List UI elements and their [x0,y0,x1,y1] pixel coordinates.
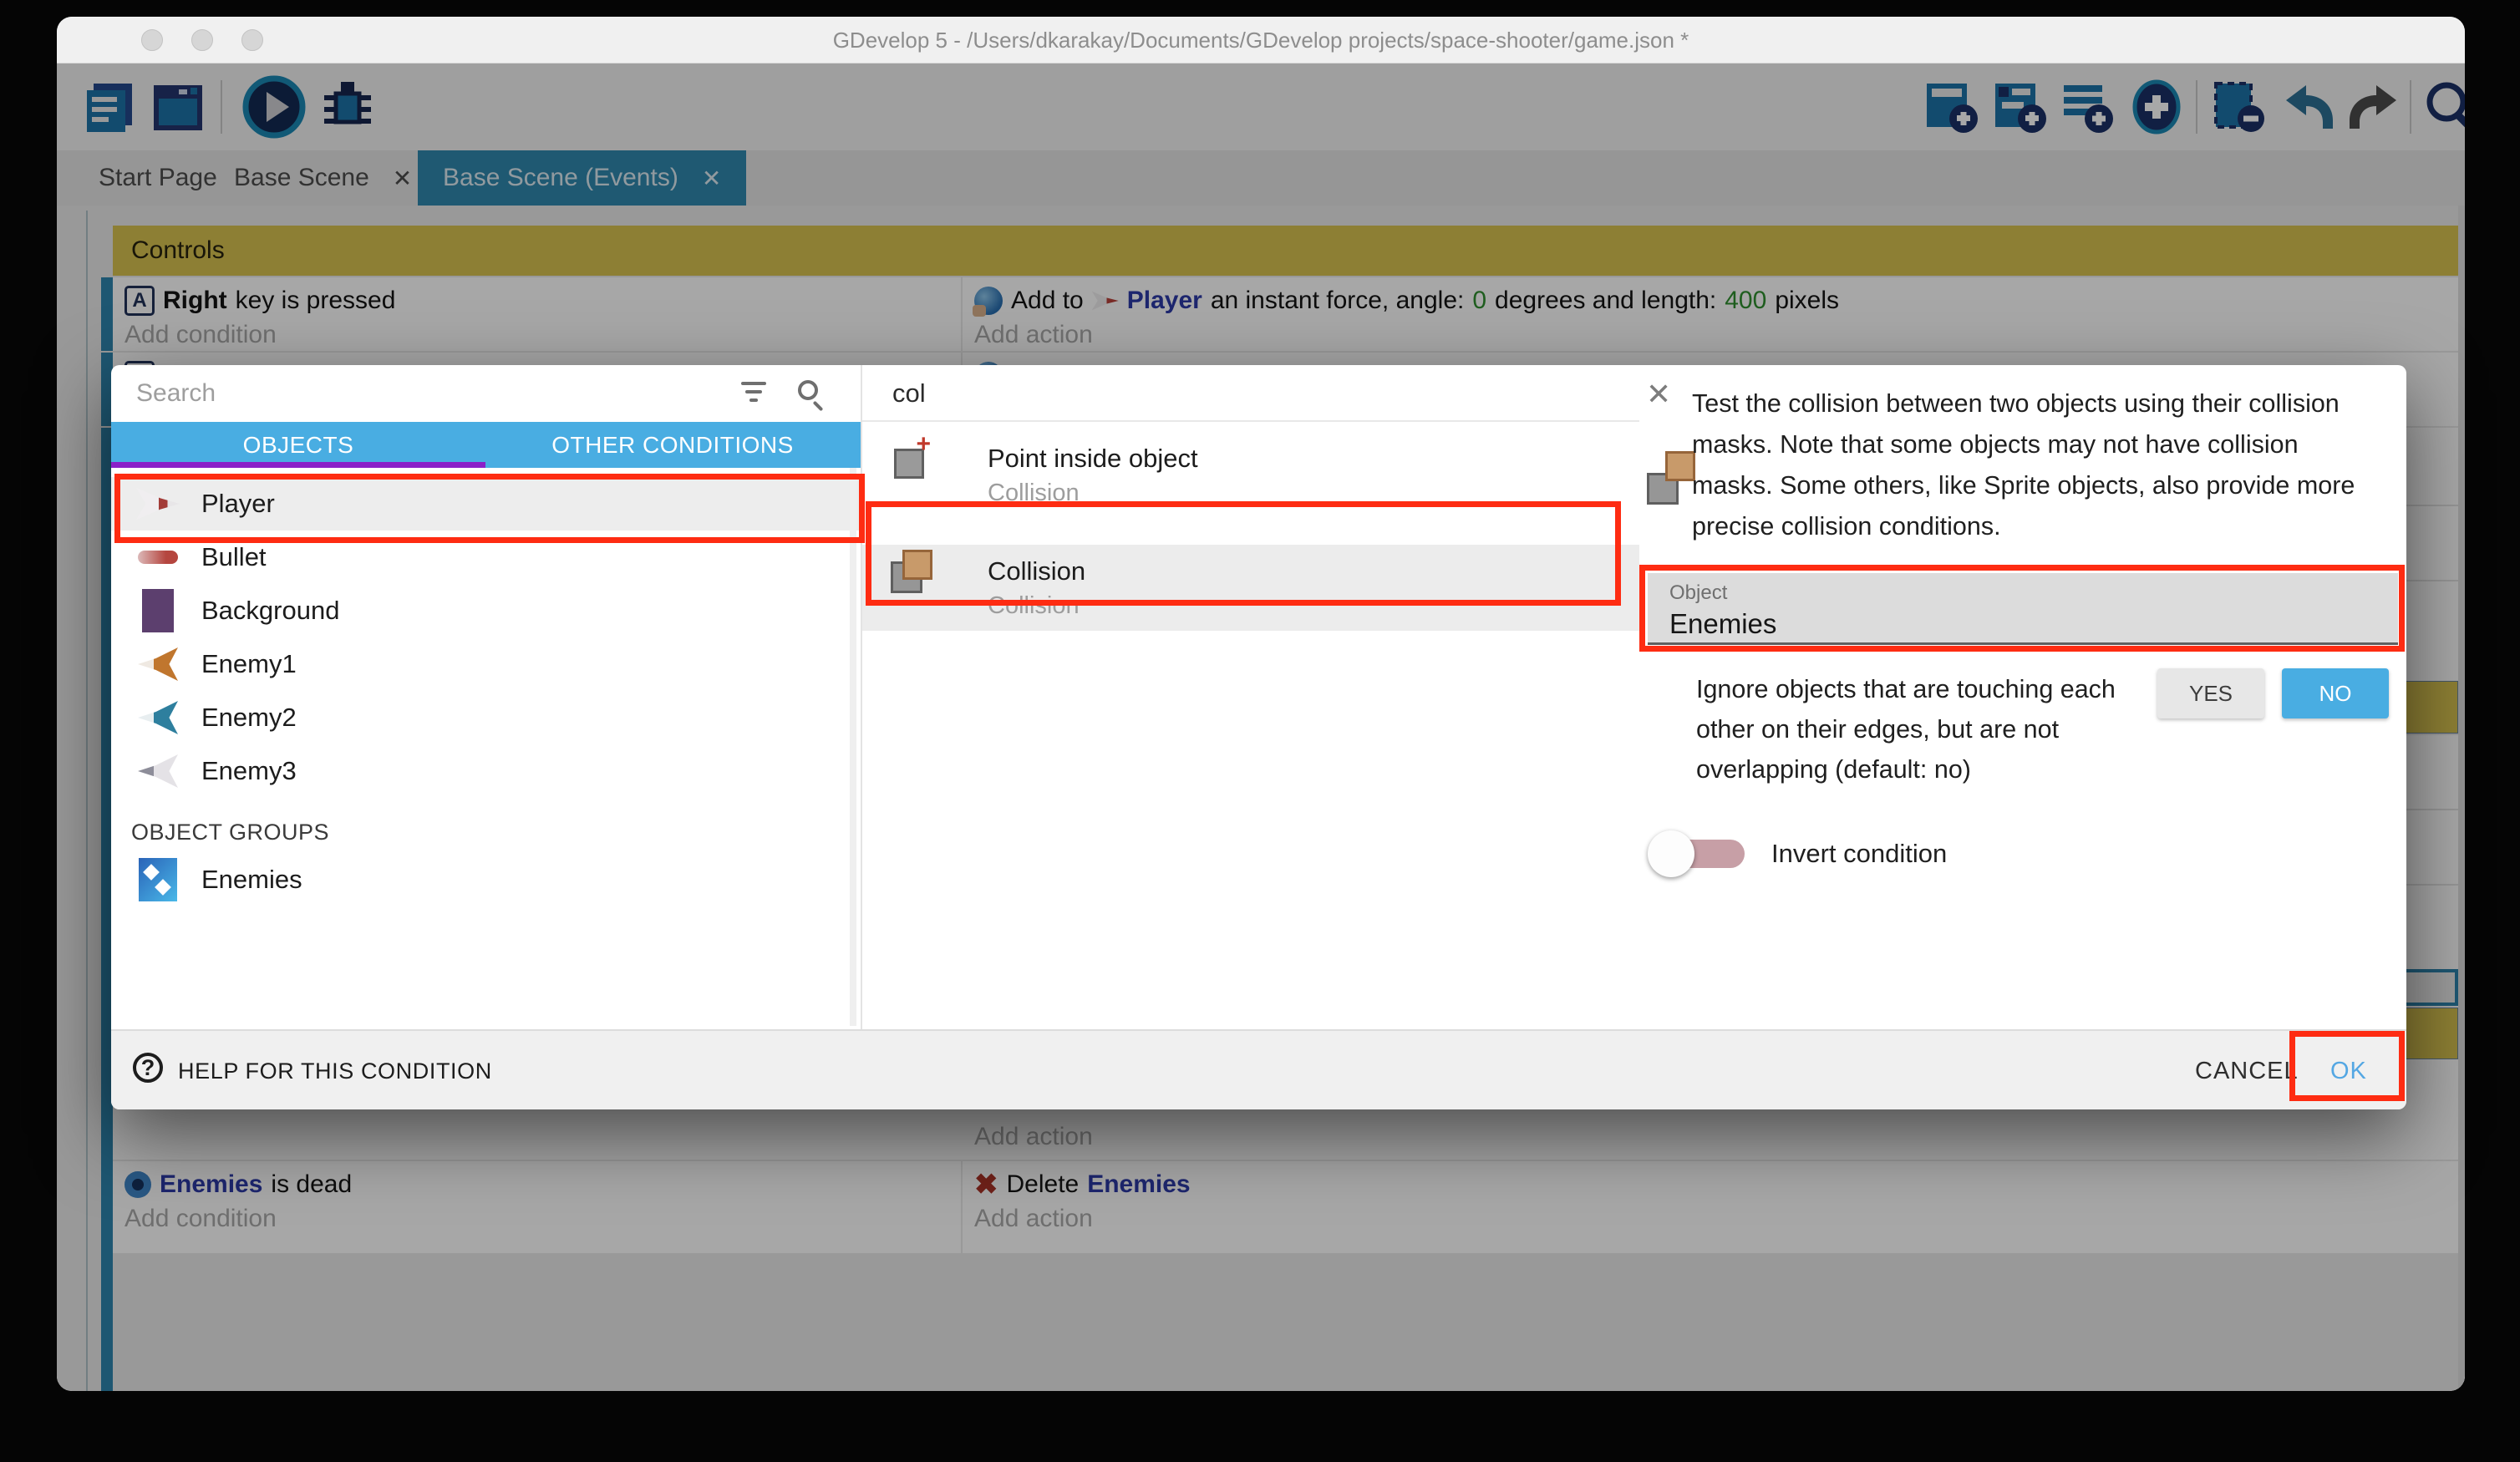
invert-condition-label: Invert condition [1771,833,1947,875]
yes-button[interactable]: YES [2157,668,2264,718]
object-search-input[interactable]: Search [111,365,861,422]
object-name: Enemy1 [201,649,297,679]
condition-description: Test the collision between two objects u… [1692,383,2365,547]
tab-other-conditions[interactable]: OTHER CONDITIONS [485,422,860,468]
active-tab-underline [111,462,485,468]
tab-objects[interactable]: OBJECTS [111,422,485,468]
object-group-item-enemies[interactable]: Enemies [111,853,861,906]
background-icon [135,587,181,634]
object-list: PlayerBulletBackgroundEnemy1Enemy2Enemy3… [111,468,861,1029]
help-for-condition-link[interactable]: HELP FOR THIS CONDITION [178,1031,492,1111]
annotation-box-player-row [114,474,865,543]
object-groups-header: OBJECT GROUPS [131,820,329,845]
collision-icon [1647,451,1697,505]
object-name: Enemies [201,865,302,895]
condition-search-input[interactable]: col [892,365,926,422]
tab-label: OTHER CONDITIONS [551,432,794,459]
annotation-box-ok-button [2289,1031,2405,1101]
ignore-edges-label: Ignore objects that are touching each ot… [1696,669,2177,789]
button-label: NO [2319,681,2352,707]
object-list-item-background[interactable]: Background [111,584,861,637]
window-title: GDevelop 5 - /Users/dkarakay/Documents/G… [57,17,2465,63]
enemy1-ship-icon [135,641,181,688]
object-list-item-enemy3[interactable]: Enemy3 [111,744,861,798]
object-name: Enemy2 [201,703,297,733]
object-list-item-enemy2[interactable]: Enemy2 [111,691,861,744]
chooser-tabs: OBJECTS OTHER CONDITIONS [111,422,861,468]
help-icon[interactable]: ? [133,1053,163,1083]
filter-icon[interactable] [741,382,766,405]
screenshot-stage: GDevelop 5 - /Users/dkarakay/Documents/G… [0,0,2520,1462]
annotation-box-collision-result [866,501,1621,606]
scrollbar[interactable] [850,468,856,1026]
object-group-icon [135,856,181,903]
object-name: Bullet [201,542,267,572]
macos-titlebar: GDevelop 5 - /Users/dkarakay/Documents/G… [57,17,2465,63]
button-label: YES [2189,681,2233,707]
tab-label: OBJECTS [243,432,354,459]
dialog-footer: ? HELP FOR THIS CONDITION CANCEL OK [111,1029,2406,1109]
divider [862,420,1639,422]
object-name: Enemy3 [201,756,297,786]
search-icon[interactable] [798,380,818,400]
invert-condition-toggle-thumb[interactable] [1648,830,1694,877]
annotation-box-object-field [1639,565,2405,652]
clear-search-icon[interactable]: ✕ [1646,377,1671,412]
object-name: Background [201,596,339,626]
point-inside-object-icon [886,432,939,485]
no-button[interactable]: NO [2282,668,2389,718]
result-title: Point inside object [988,444,1198,474]
condition-results-panel: col ✕ Point inside objectCollisionCollis… [861,365,1638,1029]
enemy3-ship-icon [135,748,181,794]
enemy2-ship-icon [135,694,181,741]
search-placeholder: Search [136,365,216,422]
object-list-item-enemy1[interactable]: Enemy1 [111,637,861,691]
